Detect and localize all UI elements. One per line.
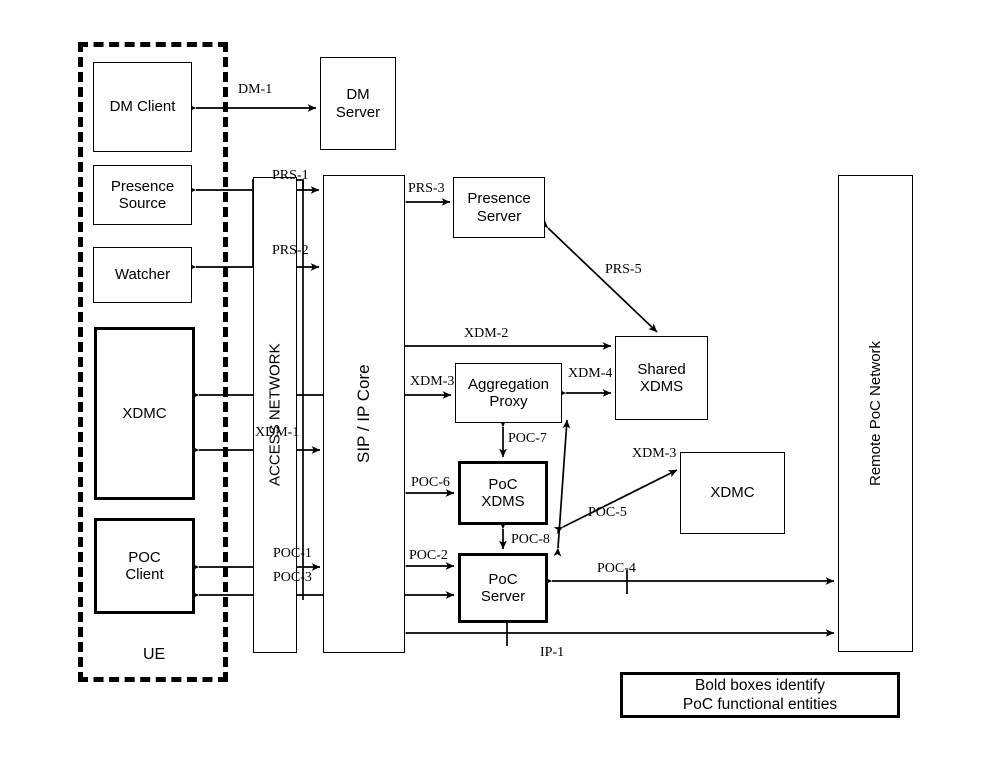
interface-label-xdm-2: XDM-2 — [464, 326, 509, 341]
node-watcher[interactable]: Watcher — [93, 247, 192, 303]
node-aggregation-proxy[interactable]: Aggregation Proxy — [455, 363, 562, 423]
interface-label-poc-5: POC-5 — [588, 505, 627, 520]
legend-text: Bold boxes identify PoC functional entit… — [682, 676, 838, 713]
node-poc-xdms[interactable]: PoC XDMS — [458, 461, 548, 525]
node-label: Aggregation Proxy — [468, 375, 549, 410]
node-shared-xdms[interactable]: Shared XDMS — [615, 336, 708, 420]
node-presence-source[interactable]: Presence Source — [93, 165, 192, 225]
interface-label-poc-6: POC-6 — [411, 475, 450, 490]
node-dm-client[interactable]: DM Client — [93, 62, 192, 152]
interface-label-xdm-1: XDM-1 — [255, 425, 300, 440]
node-label: SIP / IP Core — [354, 364, 374, 464]
interface-label-xdm-3-proxy: XDM-3 — [410, 374, 455, 389]
interface-label-dm-1: DM-1 — [238, 82, 273, 97]
node-label: ACCESS NETWORK — [266, 343, 284, 487]
interface-label-prs-3: PRS-3 — [408, 181, 445, 196]
node-presence-server[interactable]: Presence Server — [453, 177, 545, 238]
node-label: PoC Server — [480, 570, 526, 605]
interface-label-poc-2: POC-2 — [409, 548, 448, 563]
interface-label-ip-1: IP-1 — [540, 645, 565, 660]
legend-box: Bold boxes identify PoC functional entit… — [620, 672, 900, 718]
node-xdmc-ue[interactable]: XDMC — [94, 327, 195, 500]
node-label: DM Client — [109, 98, 176, 116]
node-label: XDMC — [710, 484, 755, 502]
interface-label-poc-4: POC-4 — [597, 561, 636, 576]
node-label: Remote PoC Network — [866, 340, 884, 487]
interface-label-xdm-4: XDM-4 — [568, 366, 613, 381]
interface-label-prs-5: PRS-5 — [605, 262, 642, 277]
node-label: DM Server — [335, 86, 381, 121]
node-poc-client[interactable]: POC Client — [94, 518, 195, 614]
interface-label-poc-7: POC-7 — [508, 431, 547, 446]
node-label: PoC XDMS — [481, 475, 525, 510]
node-xdmc-network[interactable]: XDMC — [680, 452, 785, 534]
ue-label: UE — [143, 646, 166, 663]
node-label: Watcher — [114, 266, 171, 284]
node-label: XDMC — [122, 404, 167, 422]
interface-label-poc-8: POC-8 — [511, 532, 550, 547]
interface-label-xdm-3-xdmc: XDM-3 — [632, 446, 677, 461]
node-label: Shared XDMS — [637, 360, 686, 395]
interface-label-prs-2: PRS-2 — [272, 243, 309, 258]
node-sip-ip-core[interactable]: SIP / IP Core — [323, 175, 405, 653]
node-label: Presence Source — [110, 177, 175, 212]
node-label: Presence Server — [467, 190, 531, 225]
diagram-canvas: UE DM Client DM Server Presence Source W… — [0, 0, 1000, 766]
interface-label-prs-1: PRS-1 — [272, 168, 309, 183]
node-remote-poc-network[interactable]: Remote PoC Network — [838, 175, 913, 652]
node-poc-server[interactable]: PoC Server — [458, 553, 548, 623]
interface-label-poc-3: POC-3 — [273, 570, 312, 585]
node-label: POC Client — [125, 548, 164, 583]
interface-label-poc-1: POC-1 — [273, 546, 312, 561]
node-dm-server[interactable]: DM Server — [320, 57, 396, 150]
